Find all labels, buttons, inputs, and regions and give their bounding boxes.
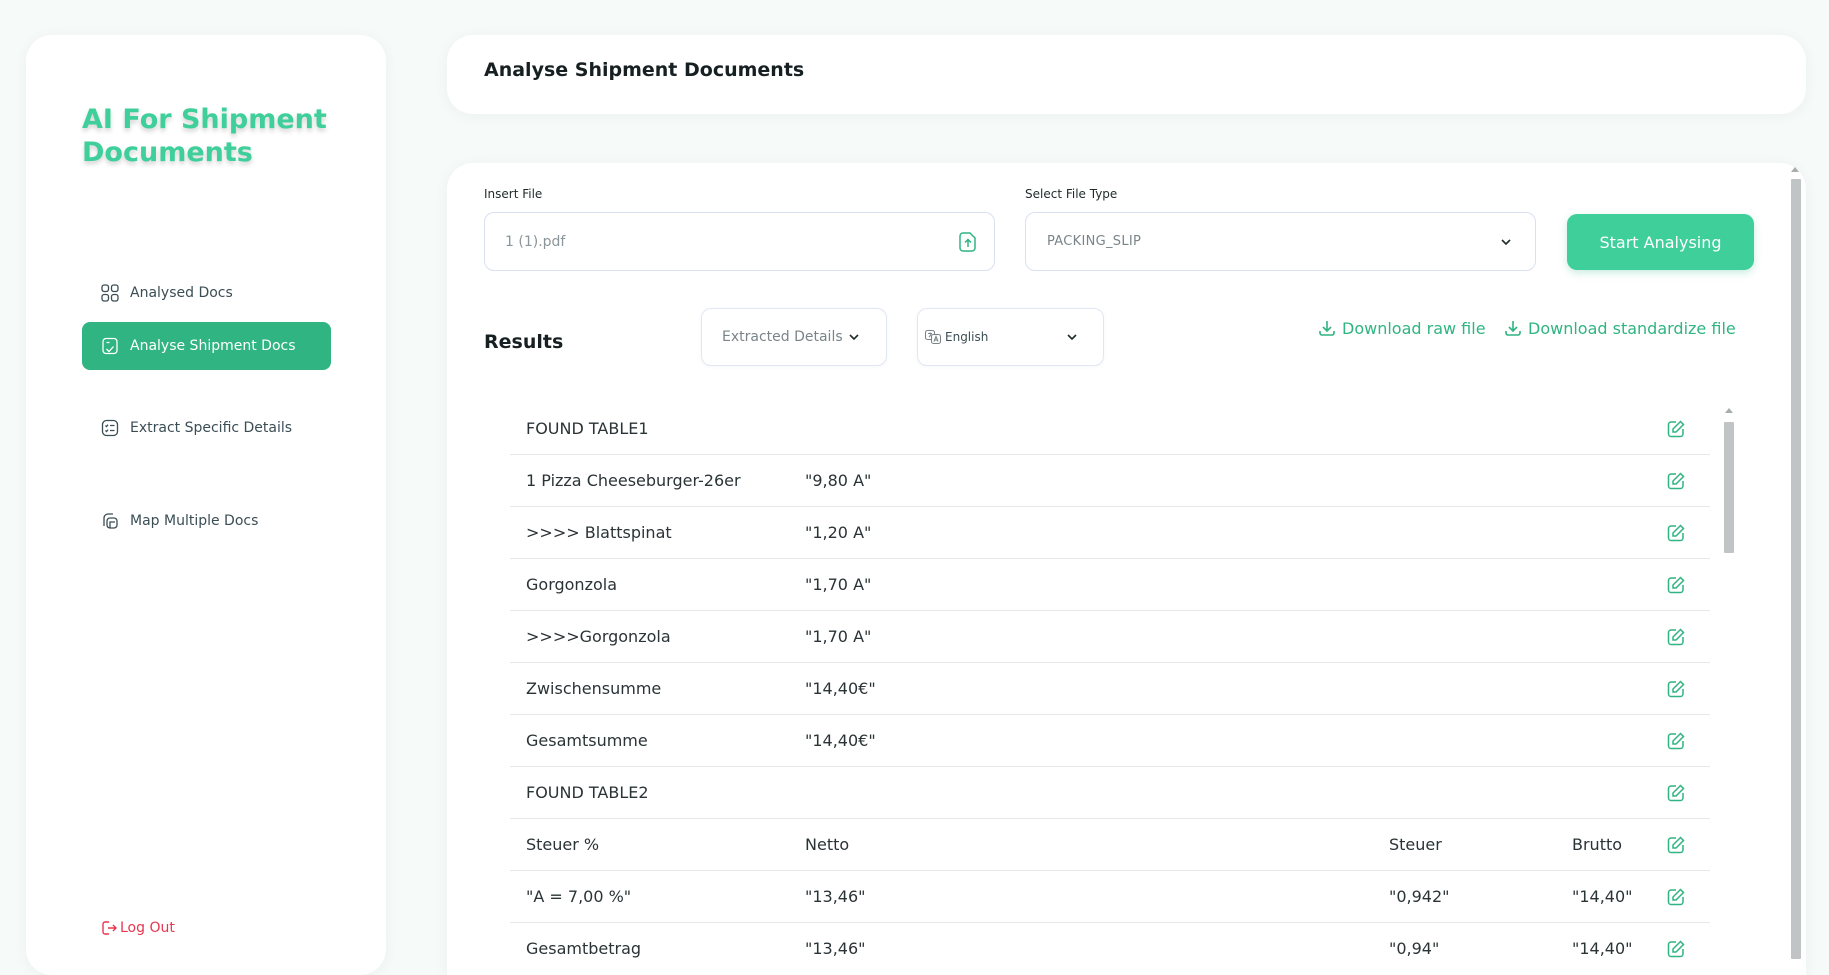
logout-icon <box>100 919 118 937</box>
table-cell: FOUND TABLE2 <box>526 783 649 802</box>
table-row: FOUND TABLE2 <box>510 767 1710 819</box>
sidebar-item-analysed-docs[interactable]: Analysed Docs <box>82 269 331 317</box>
table-row: "A = 7,00 %" "13,46" "0,942" "14,40" <box>510 871 1710 923</box>
table-cell: Gorgonzola <box>526 575 618 594</box>
table-cell: 1 Pizza Cheeseburger-26er <box>526 471 741 490</box>
table-row: Gesamtsumme "14,40€" <box>510 715 1710 767</box>
logout-link[interactable]: Log Out <box>100 919 175 937</box>
download-standardize-link[interactable]: Download standardize file <box>1503 318 1736 338</box>
edit-icon[interactable] <box>1665 782 1687 804</box>
table-row: Steuer % Netto Steuer Brutto <box>510 819 1710 871</box>
edit-icon[interactable] <box>1665 938 1687 960</box>
file-field-label: Insert File <box>484 187 543 201</box>
table-cell: Steuer <box>1389 835 1442 854</box>
table-row: Zwischensumme "14,40€" <box>510 663 1710 715</box>
translate-icon <box>924 328 942 346</box>
table-cell: Steuer % <box>526 835 600 854</box>
chevron-down-icon <box>1499 235 1513 249</box>
table-cell: Gesamtsumme <box>526 731 648 750</box>
chevron-down-icon <box>1065 330 1079 344</box>
analyse-panel: Insert File 1 (1).pdf Select File Type P… <box>447 163 1806 975</box>
download-standardize-label: Download standardize file <box>1528 318 1736 338</box>
list-icon <box>100 418 120 438</box>
table-cell: >>>> Blattspinat <box>526 523 672 542</box>
table-cell: Gesamtbetrag <box>526 939 642 958</box>
page-scrollbar[interactable] <box>1789 163 1801 975</box>
start-analysing-button[interactable]: Start Analysing <box>1567 214 1754 270</box>
sidebar-item-extract-specific-details[interactable]: Extract Specific Details <box>82 404 331 452</box>
download-icon <box>1317 318 1337 338</box>
table-cell: Netto <box>805 835 850 854</box>
view-mode-select[interactable]: Extracted Details <box>701 308 887 366</box>
table-cell: FOUND TABLE1 <box>526 419 649 438</box>
table-cell: "13,46" <box>805 939 866 958</box>
table-row: >>>> Blattspinat "1,20 A" <box>510 507 1710 559</box>
file-type-value: PACKING_SLIP <box>1047 234 1142 249</box>
edit-icon[interactable] <box>1665 886 1687 908</box>
edit-icon[interactable] <box>1665 730 1687 752</box>
scroll-up-arrow[interactable] <box>1725 408 1733 413</box>
table-cell: "0,942" <box>1389 887 1450 906</box>
type-field-label: Select File Type <box>1025 187 1118 201</box>
sidebar-item-label: Extract Specific Details <box>130 420 293 436</box>
download-raw-link[interactable]: Download raw file <box>1317 318 1486 338</box>
sidebar: AI For Shipment Documents Analysed Docs … <box>26 35 386 975</box>
table-cell: "1,70 A" <box>805 575 872 594</box>
results-scrollbar[interactable] <box>1723 408 1735 975</box>
doc-check-icon <box>100 336 120 356</box>
table-cell: "13,46" <box>805 887 866 906</box>
page-header: Analyse Shipment Documents <box>447 35 1806 114</box>
page-title: Analyse Shipment Documents <box>484 59 805 81</box>
table-cell: "14,40€" <box>805 679 876 698</box>
results-title: Results <box>484 331 564 353</box>
table-cell: "14,40€" <box>805 731 876 750</box>
app-brand: AI For Shipment Documents <box>82 104 327 168</box>
edit-icon[interactable] <box>1665 522 1687 544</box>
language-select[interactable]: English <box>917 308 1104 366</box>
download-raw-label: Download raw file <box>1342 318 1486 338</box>
docs-map-icon <box>100 511 120 531</box>
sidebar-item-map-multiple-docs[interactable]: Map Multiple Docs <box>82 497 331 545</box>
table-cell: >>>>Gorgonzola <box>526 627 671 646</box>
table-row: Gorgonzola "1,70 A" <box>510 559 1710 611</box>
table-row: Gesamtbetrag "13,46" "0,94" "14,40" <box>510 923 1710 975</box>
edit-icon[interactable] <box>1665 626 1687 648</box>
sidebar-item-label: Map Multiple Docs <box>130 513 259 529</box>
sidebar-item-analyse-shipment-docs[interactable]: Analyse Shipment Docs <box>82 322 331 370</box>
edit-icon[interactable] <box>1665 834 1687 856</box>
logout-label: Log Out <box>120 920 175 936</box>
upload-icon[interactable] <box>956 230 980 254</box>
language-value: English <box>945 330 989 344</box>
table-cell: "1,20 A" <box>805 523 872 542</box>
scroll-up-arrow[interactable] <box>1791 167 1799 172</box>
view-mode-value: Extracted Details <box>722 329 843 345</box>
edit-icon[interactable] <box>1665 678 1687 700</box>
table-cell: "9,80 A" <box>805 471 872 490</box>
table-cell: "1,70 A" <box>805 627 872 646</box>
results-table: FOUND TABLE1 1 Pizza Cheeseburger-26er "9,… <box>510 403 1710 975</box>
grid-icon <box>100 283 120 303</box>
sidebar-item-label: Analyse Shipment Docs <box>130 338 296 354</box>
download-icon <box>1503 318 1523 338</box>
table-row: FOUND TABLE1 <box>510 403 1710 455</box>
scrollbar-thumb[interactable] <box>1791 179 1801 959</box>
table-row: 1 Pizza Cheeseburger-26er "9,80 A" <box>510 455 1710 507</box>
table-cell: "14,40" <box>1572 939 1633 958</box>
edit-icon[interactable] <box>1665 470 1687 492</box>
table-cell: Zwischensumme <box>526 679 662 698</box>
file-name: 1 (1).pdf <box>505 233 566 250</box>
file-type-select[interactable]: PACKING_SLIP <box>1025 212 1536 271</box>
table-cell: "0,94" <box>1389 939 1440 958</box>
scrollbar-thumb[interactable] <box>1724 422 1734 553</box>
edit-icon[interactable] <box>1665 574 1687 596</box>
table-cell: "A = 7,00 %" <box>526 887 632 906</box>
table-cell: Brutto <box>1572 835 1623 854</box>
sidebar-item-label: Analysed Docs <box>130 285 233 301</box>
chevron-down-icon <box>847 330 861 344</box>
table-cell: "14,40" <box>1572 887 1633 906</box>
file-upload-input[interactable]: 1 (1).pdf <box>484 212 995 271</box>
table-row: >>>>Gorgonzola "1,70 A" <box>510 611 1710 663</box>
edit-icon[interactable] <box>1665 418 1687 440</box>
